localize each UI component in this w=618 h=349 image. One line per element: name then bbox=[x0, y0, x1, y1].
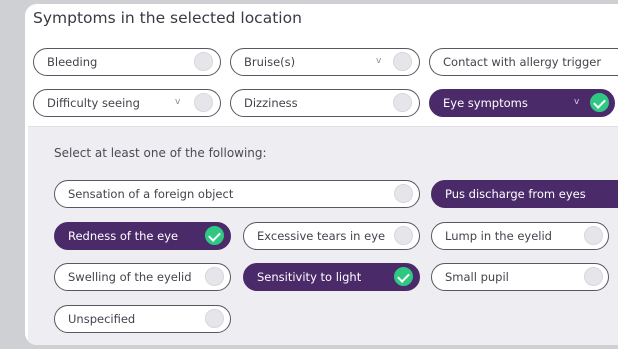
chip-label: Sensitivity to light bbox=[257, 270, 362, 284]
chip-label: Sensation of a foreign object bbox=[68, 187, 234, 201]
empty-circle-icon[interactable] bbox=[393, 93, 412, 112]
chip-label: Pus discharge from eyes bbox=[445, 187, 586, 201]
eye-symptoms-subpanel: Select at least one of the following: Se… bbox=[28, 126, 618, 345]
option-chip-lump-in-the-eyelid[interactable]: Lump in the eyelid bbox=[431, 222, 609, 250]
empty-circle-icon[interactable] bbox=[584, 267, 603, 286]
option-chip-swelling-of-the-eyelid[interactable]: Swelling of the eyelid bbox=[54, 263, 231, 291]
section-title: Symptoms in the selected location bbox=[33, 9, 302, 27]
check-circle-icon[interactable] bbox=[590, 93, 609, 112]
chip-label: Small pupil bbox=[445, 270, 509, 284]
symptom-chip-dizziness[interactable]: Dizziness bbox=[230, 89, 420, 117]
empty-circle-icon[interactable] bbox=[205, 267, 224, 286]
chip-label: Dizziness bbox=[244, 96, 298, 110]
check-circle-icon[interactable] bbox=[394, 267, 413, 286]
option-chip-sensation-of-a-foreign-object[interactable]: Sensation of a foreign object bbox=[54, 180, 420, 208]
chip-label: Unspecified bbox=[68, 312, 136, 326]
chip-label: Bleeding bbox=[47, 55, 98, 69]
subpanel-prompt: Select at least one of the following: bbox=[54, 146, 267, 160]
option-chip-small-pupil[interactable]: Small pupil bbox=[431, 263, 609, 291]
symptom-chip-bleeding[interactable]: Bleeding bbox=[33, 48, 221, 76]
symptoms-panel: Symptoms in the selected location Bleedi… bbox=[25, 4, 618, 345]
option-chip-sensitivity-to-light[interactable]: Sensitivity to light bbox=[243, 263, 420, 291]
option-chip-pus-discharge-from-eyes[interactable]: Pus discharge from eyes bbox=[431, 180, 618, 208]
chevron-down-icon[interactable]: v bbox=[175, 97, 180, 107]
empty-circle-icon[interactable] bbox=[205, 309, 224, 328]
symptom-chip-eye-symptoms[interactable]: Eye symptoms v bbox=[429, 89, 615, 117]
symptom-chip-bruises[interactable]: Bruise(s) v bbox=[230, 48, 420, 76]
symptom-chip-contact-with-allergy-trigger[interactable]: Contact with allergy trigger bbox=[429, 48, 618, 76]
empty-circle-icon[interactable] bbox=[194, 52, 213, 71]
option-chip-excessive-tears-in-eye[interactable]: Excessive tears in eye bbox=[243, 222, 420, 250]
chip-label: Swelling of the eyelid bbox=[68, 270, 192, 284]
option-chip-redness-of-the-eye[interactable]: Redness of the eye bbox=[54, 222, 231, 250]
symptom-chip-difficulty-seeing[interactable]: Difficulty seeing v bbox=[33, 89, 221, 117]
empty-circle-icon[interactable] bbox=[584, 226, 603, 245]
empty-circle-icon[interactable] bbox=[394, 226, 413, 245]
option-chip-unspecified[interactable]: Unspecified bbox=[54, 305, 231, 333]
chip-label: Excessive tears in eye bbox=[257, 229, 386, 243]
check-circle-icon[interactable] bbox=[205, 226, 224, 245]
chevron-down-icon[interactable]: v bbox=[574, 97, 579, 107]
chip-label: Eye symptoms bbox=[443, 96, 528, 110]
empty-circle-icon[interactable] bbox=[194, 93, 213, 112]
chip-label: Difficulty seeing bbox=[47, 96, 140, 110]
chip-label: Contact with allergy trigger bbox=[443, 55, 602, 69]
chip-label: Lump in the eyelid bbox=[445, 229, 552, 243]
chevron-down-icon[interactable]: v bbox=[376, 56, 381, 66]
chip-label: Bruise(s) bbox=[244, 55, 296, 69]
empty-circle-icon[interactable] bbox=[393, 52, 412, 71]
chip-label: Redness of the eye bbox=[68, 229, 179, 243]
empty-circle-icon[interactable] bbox=[394, 184, 413, 203]
